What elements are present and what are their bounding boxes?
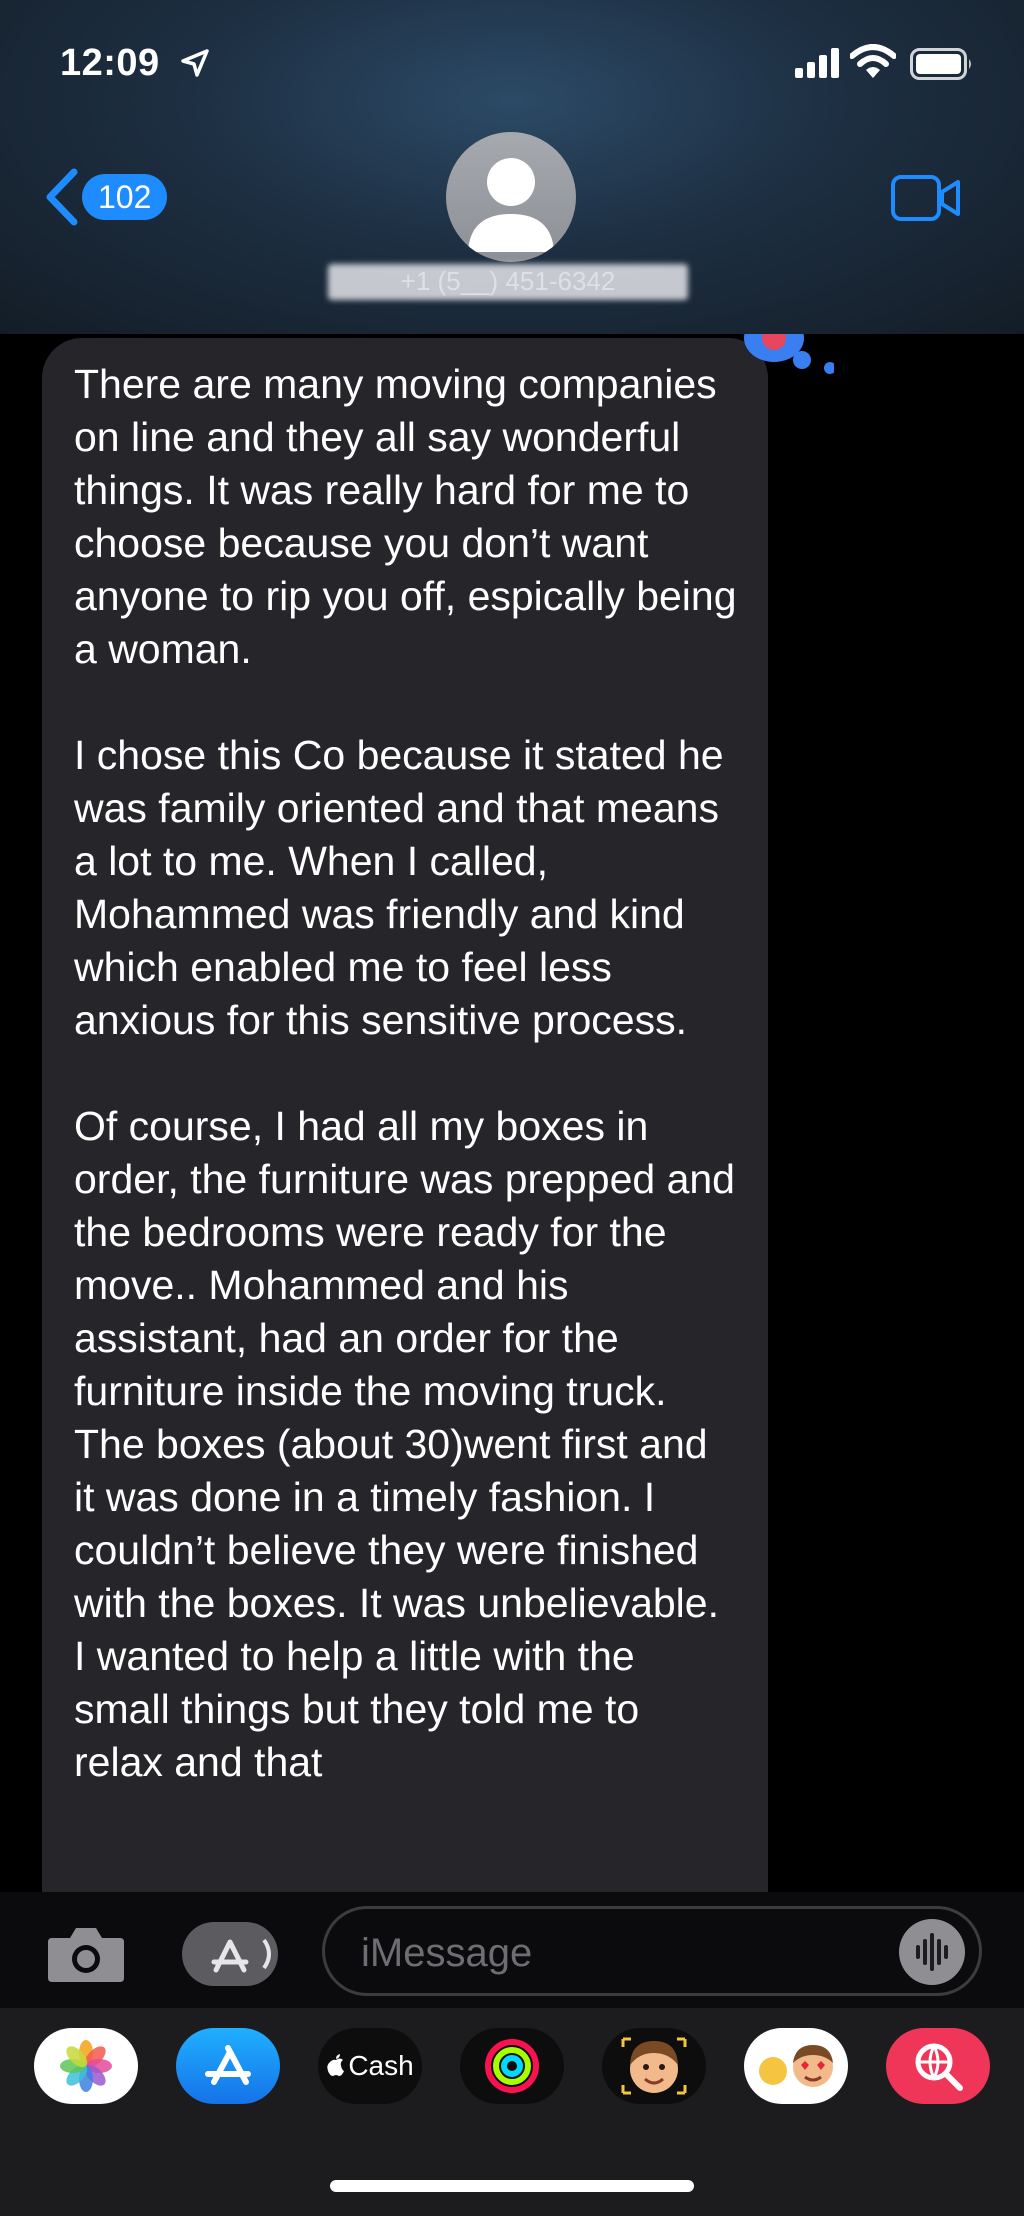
memoji-stickers-icon bbox=[759, 2045, 833, 2087]
apps-button[interactable] bbox=[182, 1922, 278, 1986]
memoji-app-button[interactable] bbox=[602, 2028, 706, 2104]
message-paragraph: Of course, I had all my boxes in order, … bbox=[74, 1103, 747, 1785]
fitness-rings-icon bbox=[485, 2039, 539, 2093]
apple-logo-icon bbox=[327, 2054, 345, 2076]
battery-icon bbox=[910, 48, 971, 80]
chevron-left-icon bbox=[46, 168, 78, 226]
message-paragraph: I chose this Co because it stated he was… bbox=[74, 732, 735, 1043]
cash-label: Cash bbox=[348, 2050, 414, 2081]
facetime-video-icon[interactable] bbox=[890, 174, 962, 222]
status-time: 12:09 bbox=[60, 42, 160, 84]
fitness-app-button[interactable] bbox=[460, 2028, 564, 2104]
wifi-icon bbox=[850, 44, 896, 78]
images-search-app-button[interactable] bbox=[886, 2028, 990, 2104]
compose-bar: iMessage bbox=[0, 1892, 1024, 2008]
tapback-reaction-icon[interactable] bbox=[734, 334, 834, 384]
app-store-icon bbox=[211, 1938, 271, 1973]
camera-icon[interactable] bbox=[46, 1924, 126, 1984]
back-button[interactable]: 102 bbox=[44, 168, 168, 226]
globe-search-icon bbox=[915, 2043, 963, 2091]
person-silhouette-icon bbox=[468, 158, 554, 252]
unread-count-badge: 102 bbox=[82, 174, 168, 220]
message-placeholder: iMessage bbox=[361, 1931, 533, 1975]
conversation-header: 12:09 102 +1 (5__) 451-6342 bbox=[0, 0, 1024, 334]
incoming-message-bubble[interactable]: There are many moving companies on line … bbox=[42, 338, 768, 1892]
memoji-stickers-app-button[interactable] bbox=[744, 2028, 848, 2104]
home-indicator[interactable] bbox=[330, 2180, 694, 2192]
photos-app-button[interactable] bbox=[34, 2028, 138, 2104]
message-paragraph: There are many moving companies on line … bbox=[74, 361, 748, 672]
app-store-app-button[interactable] bbox=[176, 2028, 280, 2104]
photos-icon bbox=[60, 2040, 112, 2092]
message-list[interactable]: There are many moving companies on line … bbox=[0, 334, 1024, 1892]
location-arrow-icon bbox=[181, 49, 209, 77]
waveform-icon bbox=[916, 1933, 948, 1971]
contact-avatar[interactable] bbox=[446, 132, 576, 262]
apple-cash-app-button[interactable]: Cash bbox=[318, 2028, 422, 2104]
app-store-icon bbox=[205, 2045, 251, 2085]
status-bar: 12:09 bbox=[0, 0, 1024, 130]
audio-message-button[interactable] bbox=[899, 1919, 965, 1985]
cellular-signal-icon bbox=[795, 48, 839, 78]
contact-name-redacted[interactable]: +1 (5__) 451-6342 bbox=[328, 256, 688, 306]
imessage-input[interactable]: iMessage bbox=[322, 1906, 982, 1996]
memoji-icon bbox=[621, 2037, 687, 2095]
